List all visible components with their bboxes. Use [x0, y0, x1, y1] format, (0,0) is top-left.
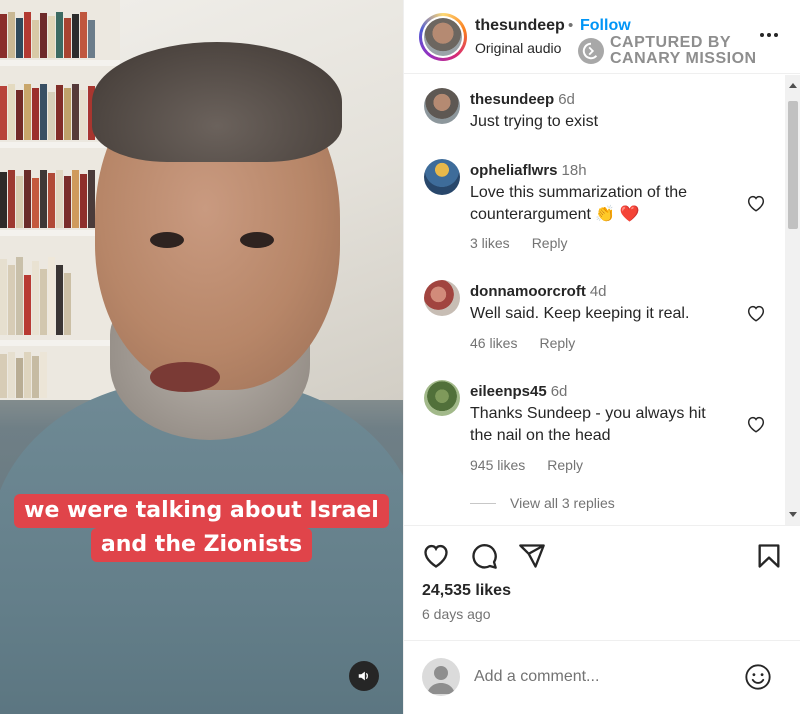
- comment-likes-count[interactable]: 945 likes: [470, 457, 525, 473]
- post-panel: thesundeep • Follow Original audio CAPTU…: [403, 0, 800, 714]
- comment-username[interactable]: donnamoorcroft 4d: [470, 283, 607, 300]
- reply-button[interactable]: Reply: [547, 457, 583, 473]
- caption-line-1: we were talking about Israel: [14, 494, 389, 528]
- video-caption: we were talking about Israel and the Zio…: [0, 494, 403, 562]
- post-actions: 24,535 likes 6 days ago: [404, 525, 800, 635]
- comment-avatar[interactable]: [424, 159, 460, 195]
- view-replies-button[interactable]: View all 3 replies: [470, 495, 615, 511]
- header-separator: •: [568, 17, 574, 34]
- comment-username-text[interactable]: opheliaflwrs: [470, 162, 558, 179]
- watermark: CAPTURED BY CANARY MISSION: [578, 35, 757, 67]
- shirt-print: [30, 560, 400, 710]
- comment-username[interactable]: eileenps45 6d: [470, 383, 567, 400]
- scroll-thumb[interactable]: [788, 101, 798, 229]
- divider: [470, 502, 496, 504]
- comment-avatar[interactable]: [424, 88, 460, 124]
- reply-button[interactable]: Reply: [539, 335, 575, 351]
- comment-time: 6d: [558, 91, 575, 108]
- comment-icon[interactable]: [470, 542, 498, 570]
- more-options-button[interactable]: [756, 22, 782, 48]
- comment-text: Just trying to exist: [470, 113, 599, 130]
- comment-text: Love this summarization of the counterar…: [470, 184, 687, 223]
- heart-icon[interactable]: [422, 542, 450, 570]
- comments-scrollbar[interactable]: [785, 75, 800, 525]
- comment-meta: 3 likes Reply: [470, 235, 567, 251]
- scroll-down-arrow-icon[interactable]: [789, 512, 797, 517]
- comment-meta: 46 likes Reply: [470, 335, 575, 351]
- author-avatar[interactable]: [419, 13, 467, 61]
- original-audio-link[interactable]: Original audio: [475, 40, 561, 56]
- emoji-icon[interactable]: [744, 663, 772, 691]
- add-comment-bar: [404, 640, 800, 714]
- comments-list[interactable]: thesundeep 6d Just trying to exist opheli…: [404, 75, 800, 525]
- comment-time: 4d: [589, 283, 607, 300]
- comment-likes-count[interactable]: 3 likes: [470, 235, 510, 251]
- heart-icon[interactable]: [745, 192, 767, 214]
- caption-line-2: and the Zionists: [90, 528, 313, 562]
- reply-button[interactable]: Reply: [532, 235, 568, 251]
- comment-avatar[interactable]: [424, 280, 460, 316]
- post-timestamp: 6 days ago: [422, 606, 491, 622]
- speaker-icon: [358, 671, 368, 681]
- share-icon[interactable]: [518, 542, 546, 570]
- watermark-line-1: CAPTURED BY: [610, 34, 732, 51]
- more-options-icon: [760, 33, 764, 37]
- comment-avatar[interactable]: [424, 380, 460, 416]
- author-username[interactable]: thesundeep: [475, 17, 565, 35]
- video-player[interactable]: we were talking about Israel and the Zio…: [0, 0, 403, 714]
- scroll-up-arrow-icon[interactable]: [789, 83, 797, 88]
- heart-icon[interactable]: [745, 413, 767, 435]
- follow-button[interactable]: Follow: [580, 17, 631, 35]
- watermark-line-2: CANARY MISSION: [610, 50, 757, 67]
- person-eye-right: [240, 232, 274, 248]
- comment-time: 18h: [561, 162, 587, 179]
- view-replies-label[interactable]: View all 3 replies: [510, 495, 615, 511]
- comment-username-text[interactable]: donnamoorcroft: [470, 283, 586, 300]
- comment-username[interactable]: opheliaflwrs 18h: [470, 162, 587, 179]
- person-hair: [92, 42, 342, 162]
- heart-icon[interactable]: [745, 302, 767, 324]
- comment-username-text[interactable]: eileenps45: [470, 383, 547, 400]
- current-user-avatar: [422, 658, 460, 696]
- person-eye-left: [150, 232, 184, 248]
- comment-text: Well said. Keep keeping it real.: [470, 305, 690, 322]
- audio-toggle-button[interactable]: [349, 661, 379, 691]
- comment-input[interactable]: [474, 665, 734, 689]
- comment-likes-count[interactable]: 46 likes: [470, 335, 517, 351]
- likes-count[interactable]: 24,535 likes: [422, 582, 511, 600]
- person-mouth: [150, 362, 220, 392]
- comment-username-text[interactable]: thesundeep: [470, 91, 554, 108]
- comment-username[interactable]: thesundeep 6d: [470, 91, 575, 108]
- comment-meta: 945 likes Reply: [470, 457, 583, 473]
- comment-time: 6d: [550, 383, 568, 400]
- post-header: thesundeep • Follow Original audio CAPTU…: [404, 0, 800, 74]
- comment-text: Thanks Sundeep - you always hit the nail…: [470, 405, 706, 444]
- watermark-logo-icon: [578, 38, 604, 64]
- bookmark-icon[interactable]: [755, 542, 783, 570]
